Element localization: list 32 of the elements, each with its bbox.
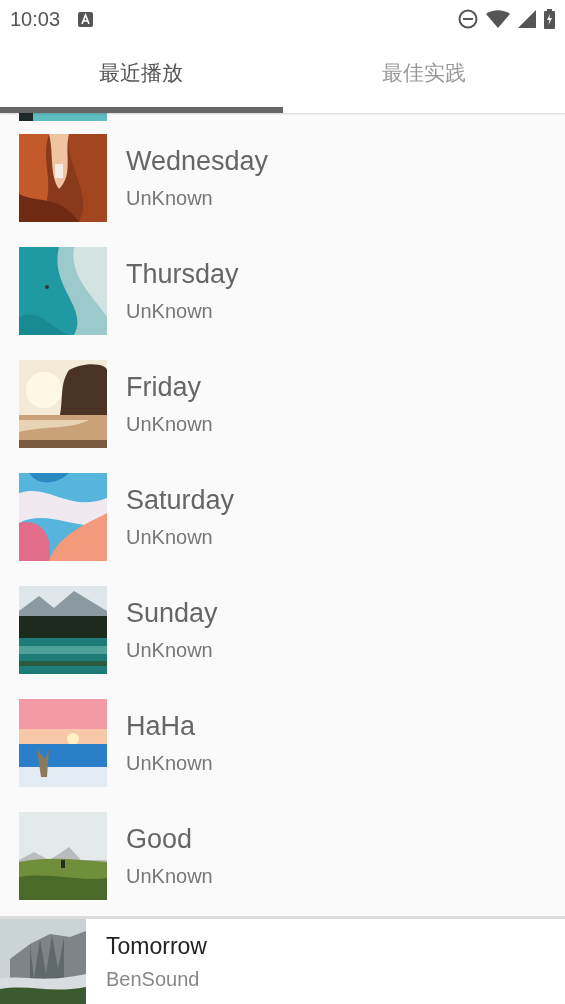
battery-icon	[544, 9, 555, 29]
do-not-disturb-icon	[458, 9, 478, 29]
keyboard-icon	[78, 11, 94, 27]
song-artist: UnKnown	[126, 525, 214, 549]
song-item[interactable]: Wednesday UnKnown	[0, 121, 565, 234]
song-artist: UnKnown	[126, 751, 213, 775]
wifi-icon	[486, 10, 510, 28]
song-title: Friday	[126, 371, 202, 403]
song-artist: UnKnown	[126, 412, 213, 436]
song-artist: UnKnown	[126, 638, 214, 662]
song-title: Good	[126, 823, 194, 855]
song-item[interactable]: Good UnKnown	[0, 799, 565, 912]
tab[interactable]: 最佳实践	[282, 38, 565, 113]
track-artist: BenSound	[106, 967, 201, 991]
song-artist: UnKnown	[126, 186, 214, 210]
track-title: Tomorrow	[106, 932, 207, 960]
song-item[interactable]: HaHa UnKnown	[0, 686, 565, 799]
song-title: Sunday	[126, 597, 218, 629]
song-item[interactable]: Sunday UnKnown	[0, 573, 565, 686]
song-item[interactable]: Thursday UnKnown	[0, 234, 565, 347]
signal-icon	[518, 10, 536, 28]
tab[interactable]: 最近播放	[0, 38, 283, 113]
song-item[interactable]: Saturday UnKnown	[0, 460, 565, 573]
song-title: Saturday	[126, 484, 235, 516]
song-title: Thursday	[126, 258, 239, 290]
song-title: HaHa	[126, 710, 197, 742]
song-title: Wednesday	[126, 145, 269, 177]
clock: 10:03	[10, 7, 61, 31]
mini-player[interactable]: Tomorrow BenSound	[0, 916, 565, 1004]
song-artist: UnKnown	[126, 299, 214, 323]
song-item[interactable]: Friday UnKnown	[0, 347, 565, 460]
song-artist: UnKnown	[126, 864, 213, 888]
